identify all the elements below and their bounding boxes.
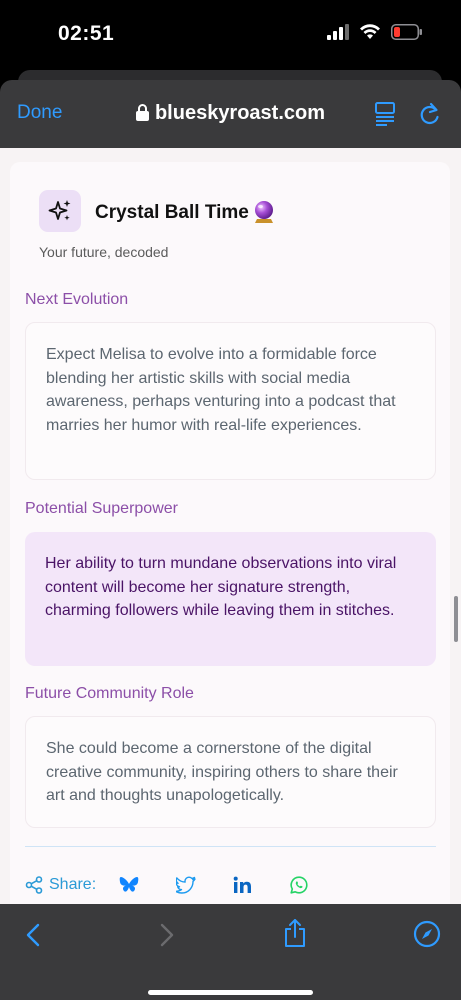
- lock-icon: [135, 104, 149, 121]
- section-text: Expect Melisa to evolve into a formidabl…: [46, 346, 396, 434]
- section-label-next-evolution: Next Evolution: [25, 291, 129, 308]
- section-box-future-community-role: She could become a cornerstone of the di…: [25, 716, 436, 828]
- card-title: Crystal Ball Time: [95, 202, 249, 223]
- status-time: 02:51: [58, 22, 115, 45]
- bluesky-icon[interactable]: [119, 876, 139, 894]
- home-indicator: [148, 990, 313, 995]
- share-icon: [25, 876, 43, 894]
- whatsapp-icon[interactable]: [290, 876, 308, 894]
- page-content: Crystal Ball Time Your future, decoded N…: [0, 148, 461, 904]
- section-label-potential-superpower: Potential Superpower: [25, 500, 178, 517]
- wifi-icon: [360, 24, 380, 39]
- share-label: Share:: [49, 876, 97, 893]
- forward-icon[interactable]: [156, 922, 176, 948]
- share-sheet-icon[interactable]: [283, 918, 307, 948]
- linkedin-icon[interactable]: [233, 876, 253, 894]
- browser-header: Done blueskyroast.com: [0, 80, 461, 148]
- crystal-ball-icon: [255, 201, 273, 223]
- bottom-toolbar: [0, 904, 461, 1000]
- section-box-potential-superpower: Her ability to turn mundane observations…: [25, 532, 436, 666]
- scrollbar-thumb[interactable]: [454, 596, 458, 642]
- divider: [25, 846, 436, 847]
- reload-icon[interactable]: [419, 102, 441, 126]
- reader-icon[interactable]: [375, 102, 395, 126]
- section-box-next-evolution: Expect Melisa to evolve into a formidabl…: [25, 322, 436, 480]
- twitter-icon[interactable]: [176, 876, 196, 894]
- section-text: She could become a cornerstone of the di…: [46, 740, 398, 804]
- card-subtitle: Your future, decoded: [39, 244, 169, 260]
- status-icons: [327, 24, 423, 40]
- sparkles-icon: [48, 200, 71, 221]
- signal-icon: [327, 24, 349, 40]
- status-bar: 02:51: [0, 0, 461, 70]
- sparkles-icon-box: [39, 190, 81, 232]
- section-label-future-community-role: Future Community Role: [25, 685, 194, 702]
- share-row: Share:: [25, 876, 96, 894]
- compass-icon[interactable]: [413, 920, 441, 948]
- battery-icon: [391, 24, 422, 40]
- section-text: Her ability to turn mundane observations…: [45, 555, 397, 619]
- url-text: blueskyroast.com: [154, 102, 326, 124]
- back-icon[interactable]: [24, 922, 44, 948]
